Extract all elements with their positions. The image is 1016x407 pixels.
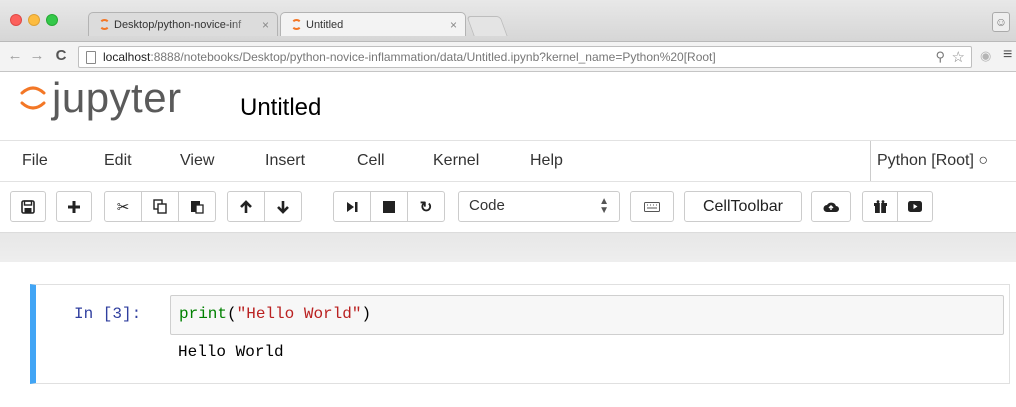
code-editor[interactable]: print("Hello World")	[170, 295, 1004, 335]
save-button[interactable]	[10, 191, 46, 222]
command-palette-button[interactable]	[630, 191, 674, 222]
gift-icon	[873, 200, 887, 213]
tab-title: Untitled	[306, 18, 344, 31]
move-down-button[interactable]	[264, 191, 302, 222]
paste-button[interactable]	[178, 191, 216, 222]
plus-icon	[68, 200, 80, 213]
arrow-down-icon	[277, 200, 289, 214]
save-icon	[21, 199, 35, 214]
copy-button[interactable]	[141, 191, 179, 222]
kernel-name: Python [Root]	[877, 152, 974, 169]
jupyter-favicon-icon	[99, 19, 110, 30]
code-paren-open: (	[227, 305, 237, 323]
step-forward-icon	[347, 201, 358, 212]
kernel-status-icon: ○	[978, 152, 989, 169]
celltoolbar-label: CellToolbar	[702, 197, 784, 215]
cloud-upload-icon	[823, 202, 839, 212]
back-arrow-icon[interactable]: ←	[6, 47, 24, 65]
jupyter-header: jupyter Untitled	[0, 72, 1016, 140]
interrupt-kernel-button[interactable]	[370, 191, 408, 222]
notebook-menubar: File Edit View Insert Cell Kernel Help P…	[0, 140, 1016, 182]
bookmark-star-icon[interactable]: ☆	[952, 48, 965, 66]
forward-arrow-icon[interactable]: →	[28, 47, 46, 65]
paste-icon	[191, 201, 204, 214]
scissors-icon: ✂	[116, 198, 130, 216]
upload-button[interactable]	[811, 191, 851, 222]
restart-icon: ↻	[419, 198, 433, 216]
move-up-button[interactable]	[227, 191, 265, 222]
restart-kernel-button[interactable]: ↻	[407, 191, 445, 222]
kernel-indicator[interactable]: Python [Root] ○	[870, 141, 988, 181]
browser-tab-desktop[interactable]: Desktop/python-novice-inf ×	[88, 12, 278, 36]
notebook-toolbar: ✂ ↻ Code ▲ ▼ CellToolbar	[0, 182, 1016, 232]
cell-type-value: Code	[469, 197, 505, 214]
copy-icon	[153, 199, 167, 214]
input-prompt: In [3]:	[74, 305, 142, 323]
code-paren-close: )	[361, 305, 372, 323]
url-host: localhost	[103, 50, 151, 64]
tab-close-icon[interactable]: ×	[450, 18, 457, 32]
header-divider	[0, 232, 1016, 262]
menu-file[interactable]: File	[22, 152, 48, 170]
jupyter-favicon-icon	[291, 19, 302, 30]
tab-close-icon[interactable]: ×	[262, 18, 269, 32]
menu-help[interactable]: Help	[530, 152, 563, 170]
notebook-container: In [3]: print("Hello World") Hello World	[0, 262, 1016, 407]
gift-button[interactable]	[862, 191, 898, 222]
celltoolbar-button[interactable]: CellToolbar	[684, 191, 802, 222]
maximize-window-button[interactable]	[46, 14, 58, 26]
code-string: "Hello World"	[236, 305, 362, 323]
arrow-up-icon	[240, 199, 252, 213]
youtube-play-icon	[908, 201, 922, 212]
page-icon	[86, 51, 96, 64]
stop-icon	[383, 200, 395, 213]
tab-title: Desktop/python-novice-inf	[114, 18, 242, 31]
code-builtin: print	[179, 305, 228, 323]
code-cell[interactable]: In [3]: print("Hello World") Hello World	[30, 284, 1010, 384]
browser-nav-bar: ← → C localhost:8888/notebooks/Desktop/p…	[0, 42, 1016, 72]
browser-tab-untitled[interactable]: Untitled ×	[280, 12, 466, 36]
insert-cell-button[interactable]	[56, 191, 92, 222]
menu-insert[interactable]: Insert	[265, 152, 305, 170]
menu-view[interactable]: View	[180, 152, 214, 170]
extension-icon[interactable]: ◉	[980, 48, 991, 64]
jupyter-logo-icon[interactable]	[20, 83, 46, 113]
cell-output: Hello World	[178, 343, 284, 361]
jupyter-logo-text[interactable]: jupyter	[52, 74, 182, 122]
zoom-icon[interactable]: ⚲	[935, 49, 945, 65]
reload-icon[interactable]: C	[52, 47, 70, 65]
cell-type-select[interactable]: Code ▲ ▼	[458, 191, 620, 222]
menu-edit[interactable]: Edit	[104, 152, 132, 170]
keyboard-icon	[644, 201, 660, 212]
url-path: :8888/notebooks/Desktop/python-novice-in…	[150, 50, 716, 64]
notebook-title[interactable]: Untitled	[240, 94, 321, 122]
browser-menu-icon[interactable]: ≡	[1003, 46, 1012, 64]
select-arrows-icon: ▲ ▼	[599, 196, 609, 216]
presentation-button[interactable]	[897, 191, 933, 222]
menu-cell[interactable]: Cell	[357, 152, 385, 170]
code-line[interactable]: print("Hello World")	[179, 305, 371, 323]
profile-icon[interactable]: ☺	[992, 12, 1010, 32]
cut-button[interactable]: ✂	[104, 191, 142, 222]
url-text[interactable]: localhost:8888/notebooks/Desktop/python-…	[103, 50, 716, 64]
browser-tab-strip: Desktop/python-novice-inf × Untitled × ☺	[0, 0, 1016, 42]
run-cell-button[interactable]	[333, 191, 371, 222]
new-tab-button[interactable]	[466, 16, 508, 36]
close-window-button[interactable]	[10, 14, 22, 26]
menu-kernel[interactable]: Kernel	[433, 152, 479, 170]
address-bar[interactable]: localhost:8888/notebooks/Desktop/python-…	[78, 46, 972, 68]
minimize-window-button[interactable]	[28, 14, 40, 26]
